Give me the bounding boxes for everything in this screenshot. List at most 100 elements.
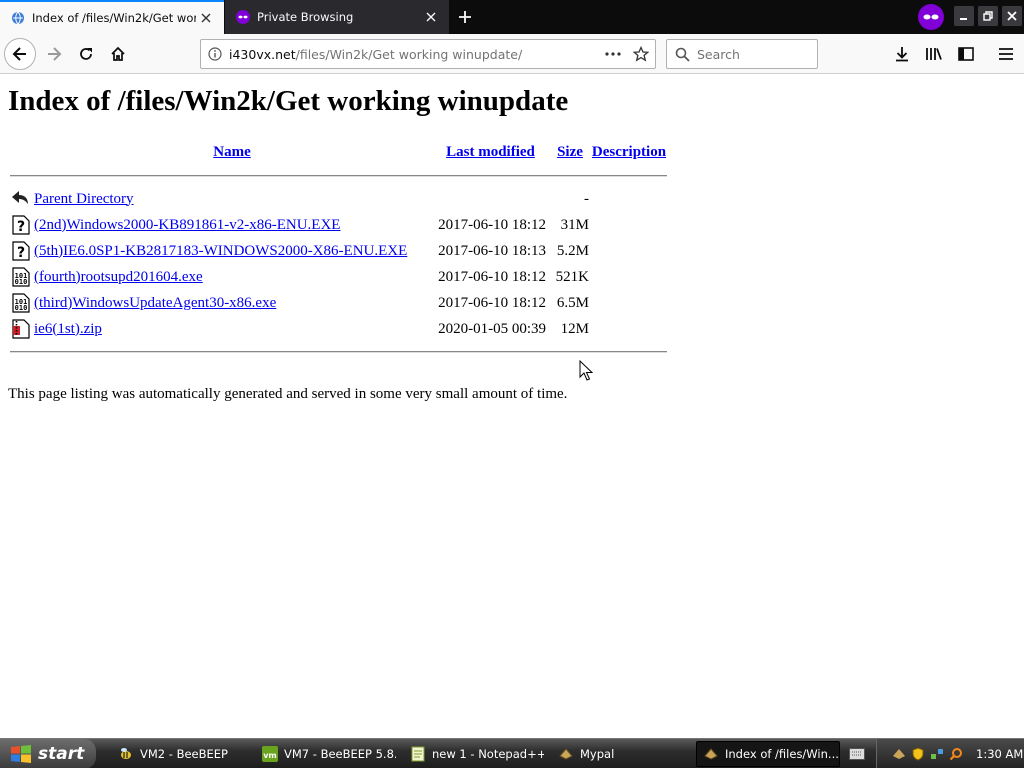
- more-dots-icon: [605, 52, 621, 56]
- url-text[interactable]: i430vx.net/files/Win2k/Get working winup…: [229, 47, 599, 62]
- svg-text:010: 010: [15, 278, 28, 286]
- binary-file-icon: 101 010: [10, 293, 32, 313]
- page-actions-button[interactable]: [599, 40, 627, 68]
- downloads-button[interactable]: [886, 38, 918, 70]
- site-info-icon[interactable]: [201, 47, 229, 61]
- page-content: Index of /files/Win2k/Get working winupd…: [0, 75, 1024, 738]
- security-shield-icon[interactable]: [910, 746, 926, 762]
- navigation-toolbar: i430vx.net/files/Win2k/Get working winup…: [0, 34, 1024, 74]
- start-button[interactable]: start: [0, 739, 96, 768]
- description-cell: [591, 265, 667, 289]
- download-arrow-icon: [896, 47, 908, 62]
- windows-flag-icon: [11, 745, 31, 763]
- mypal-icon: [558, 746, 574, 762]
- sort-by-description-link[interactable]: Description: [592, 144, 666, 160]
- tab-title: Index of /files/Win2k/Get working winupd…: [32, 11, 196, 25]
- table-row: ? (2nd)Windows2000-KB891861-v2-x86-ENU.E…: [10, 213, 667, 237]
- address-bar[interactable]: i430vx.net/files/Win2k/Get working winup…: [200, 39, 656, 69]
- tab-close-icon[interactable]: [421, 7, 441, 27]
- binary-file-icon: 101 010: [10, 267, 32, 287]
- taskbar-item-vm7-beebeep[interactable]: vm VM7 - BeeBEEP 5.8.6: [256, 741, 396, 767]
- taskbar-item-index-of-files[interactable]: Index of /files/Win...: [696, 741, 840, 767]
- task-label: Mypal: [580, 747, 615, 761]
- close-window-button[interactable]: [1002, 6, 1022, 26]
- taskbar-item-notepad[interactable]: new 1 - Notepad++: [404, 741, 544, 767]
- url-host: i430vx.net: [229, 46, 296, 62]
- modified-cell: 2017-06-10 18:12: [438, 216, 546, 233]
- sort-by-name-link[interactable]: Name: [213, 144, 251, 160]
- minimize-window-button[interactable]: [954, 6, 974, 26]
- vmware-icon: vm: [262, 746, 278, 762]
- file-link[interactable]: (fourth)rootsupd201604.exe: [34, 269, 203, 285]
- tab-private-browsing[interactable]: Private Browsing: [225, 0, 449, 34]
- tab-index-of-files[interactable]: Index of /files/Win2k/Get working winupd…: [0, 0, 224, 34]
- new-tab-button[interactable]: [452, 5, 478, 29]
- open-menu-button[interactable]: [990, 38, 1022, 70]
- size-cell: 521K: [555, 268, 589, 285]
- home-button[interactable]: [102, 38, 134, 70]
- sort-by-modified-link[interactable]: Last modified: [446, 144, 535, 160]
- private-browsing-mask-icon: [918, 4, 944, 30]
- back-arrow-icon: [12, 47, 26, 61]
- horizontal-rule: [10, 351, 667, 353]
- network-icon[interactable]: [929, 746, 945, 762]
- bookmark-star-button[interactable]: [627, 40, 655, 68]
- notepad-icon: [410, 746, 426, 762]
- star-icon: [633, 46, 649, 62]
- library-button[interactable]: [918, 38, 950, 70]
- bee-icon: [118, 746, 134, 762]
- size-cell: -: [584, 190, 589, 207]
- name-column-header: Name: [34, 143, 430, 165]
- task-label: new 1 - Notepad++: [432, 747, 544, 761]
- close-icon: [1007, 11, 1017, 21]
- size-cell: 6.5M: [556, 294, 589, 311]
- sidebar-toggle-button[interactable]: [950, 38, 982, 70]
- listing-footer-text: This page listing was automatically gene…: [8, 386, 568, 402]
- url-path: /files/Win2k/Get working winupdate/: [295, 46, 523, 62]
- search-icon: [667, 47, 697, 62]
- start-label: start: [38, 744, 85, 764]
- task-label: Index of /files/Win...: [725, 747, 839, 761]
- back-arrow-icon: [10, 190, 32, 208]
- keyboard-layout-icon[interactable]: [848, 746, 866, 762]
- restore-window-button[interactable]: [978, 6, 998, 26]
- file-link[interactable]: (2nd)Windows2000-KB891861-v2-x86-ENU.EXE: [34, 217, 340, 233]
- task-label: VM2 - BeeBEEP: [140, 747, 228, 761]
- tab-title: Private Browsing: [257, 10, 354, 24]
- table-header-row: Name Last modified Size Description: [10, 143, 667, 165]
- table-row: ? (5th)IE6.0SP1-KB2817183-WINDOWS2000-X8…: [10, 239, 667, 263]
- search-input[interactable]: [697, 46, 807, 62]
- back-button[interactable]: [4, 38, 36, 70]
- tray-app-icon[interactable]: [891, 746, 907, 762]
- file-link[interactable]: ie6(1st).zip: [34, 321, 102, 337]
- sidebar-icon: [958, 47, 974, 61]
- separator-row: [10, 167, 667, 185]
- minimize-icon: [960, 18, 967, 20]
- unknown-file-icon: ?: [10, 241, 32, 261]
- file-link[interactable]: (5th)IE6.0SP1-KB2817183-WINDOWS2000-X86-…: [34, 243, 407, 259]
- description-cell: [591, 187, 667, 211]
- hamburger-menu-icon: [999, 48, 1013, 60]
- modified-cell: 2017-06-10 18:13: [438, 242, 546, 259]
- parent-directory-link[interactable]: Parent Directory: [34, 191, 134, 207]
- modified-cell: 2017-06-10 18:12: [438, 294, 546, 311]
- description-column-header: Description: [591, 143, 667, 165]
- compressed-file-icon: [10, 319, 32, 339]
- system-clock[interactable]: 1:30 AM: [976, 747, 1023, 761]
- reload-button[interactable]: [70, 38, 102, 70]
- sort-by-size-link[interactable]: Size: [557, 144, 583, 160]
- taskbar-item-vm2-beebeep[interactable]: VM2 - BeeBEEP: [112, 741, 252, 767]
- svg-text:?: ?: [17, 219, 25, 235]
- forward-button[interactable]: [38, 38, 70, 70]
- page-globe-icon: [10, 10, 26, 26]
- svg-text:vm: vm: [263, 751, 277, 760]
- tab-close-icon[interactable]: [196, 8, 216, 28]
- taskbar-item-mypal[interactable]: Mypal: [552, 741, 692, 767]
- description-cell: [591, 239, 667, 263]
- search-tray-icon[interactable]: [948, 746, 964, 762]
- table-row: 101 010 (third)WindowsUpdateAgent30-x86.e…: [10, 291, 667, 315]
- description-cell: [591, 291, 667, 315]
- search-bar[interactable]: [666, 39, 818, 69]
- size-cell: 31M: [560, 216, 589, 233]
- file-link[interactable]: (third)WindowsUpdateAgent30-x86.exe: [34, 295, 276, 311]
